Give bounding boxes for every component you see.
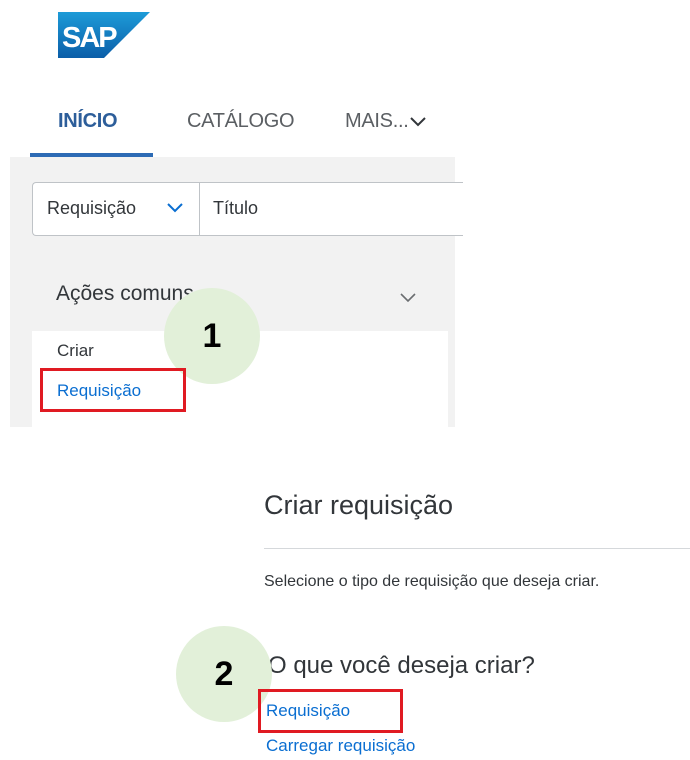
- search-bar: Requisição Título: [32, 182, 463, 236]
- dialog-title: Criar requisição: [264, 490, 454, 520]
- search-type-select[interactable]: Requisição: [33, 183, 200, 235]
- highlight-box-option-requisition: [258, 689, 403, 733]
- search-type-label: Requisição: [47, 198, 137, 218]
- dialog-question: O que você deseja criar?: [268, 652, 535, 679]
- dialog-divider: [264, 548, 690, 549]
- chevron-down-icon: [410, 117, 427, 127]
- top-navigation: INÍCIO CATÁLOGO MAIS...: [0, 100, 460, 158]
- search-input[interactable]: Título: [213, 198, 258, 219]
- svg-text:SAP: SAP: [62, 22, 117, 54]
- create-section-label: Criar: [57, 341, 94, 360]
- chevron-down-icon: [400, 293, 416, 303]
- highlight-box-requisition: [40, 368, 186, 412]
- option-upload-requisition-link[interactable]: Carregar requisição: [266, 736, 415, 756]
- dialog-description: Selecione o tipo de requisição que desej…: [264, 573, 600, 590]
- chevron-down-icon: [167, 203, 183, 213]
- tab-catalogo[interactable]: CATÁLOGO: [187, 110, 295, 133]
- tab-mais[interactable]: MAIS...: [345, 110, 427, 133]
- common-actions-title: Ações comuns: [56, 282, 194, 305]
- tab-inicio[interactable]: INÍCIO: [58, 110, 118, 133]
- tab-mais-label: MAIS...: [345, 110, 409, 132]
- sap-logo: SAP: [58, 12, 150, 58]
